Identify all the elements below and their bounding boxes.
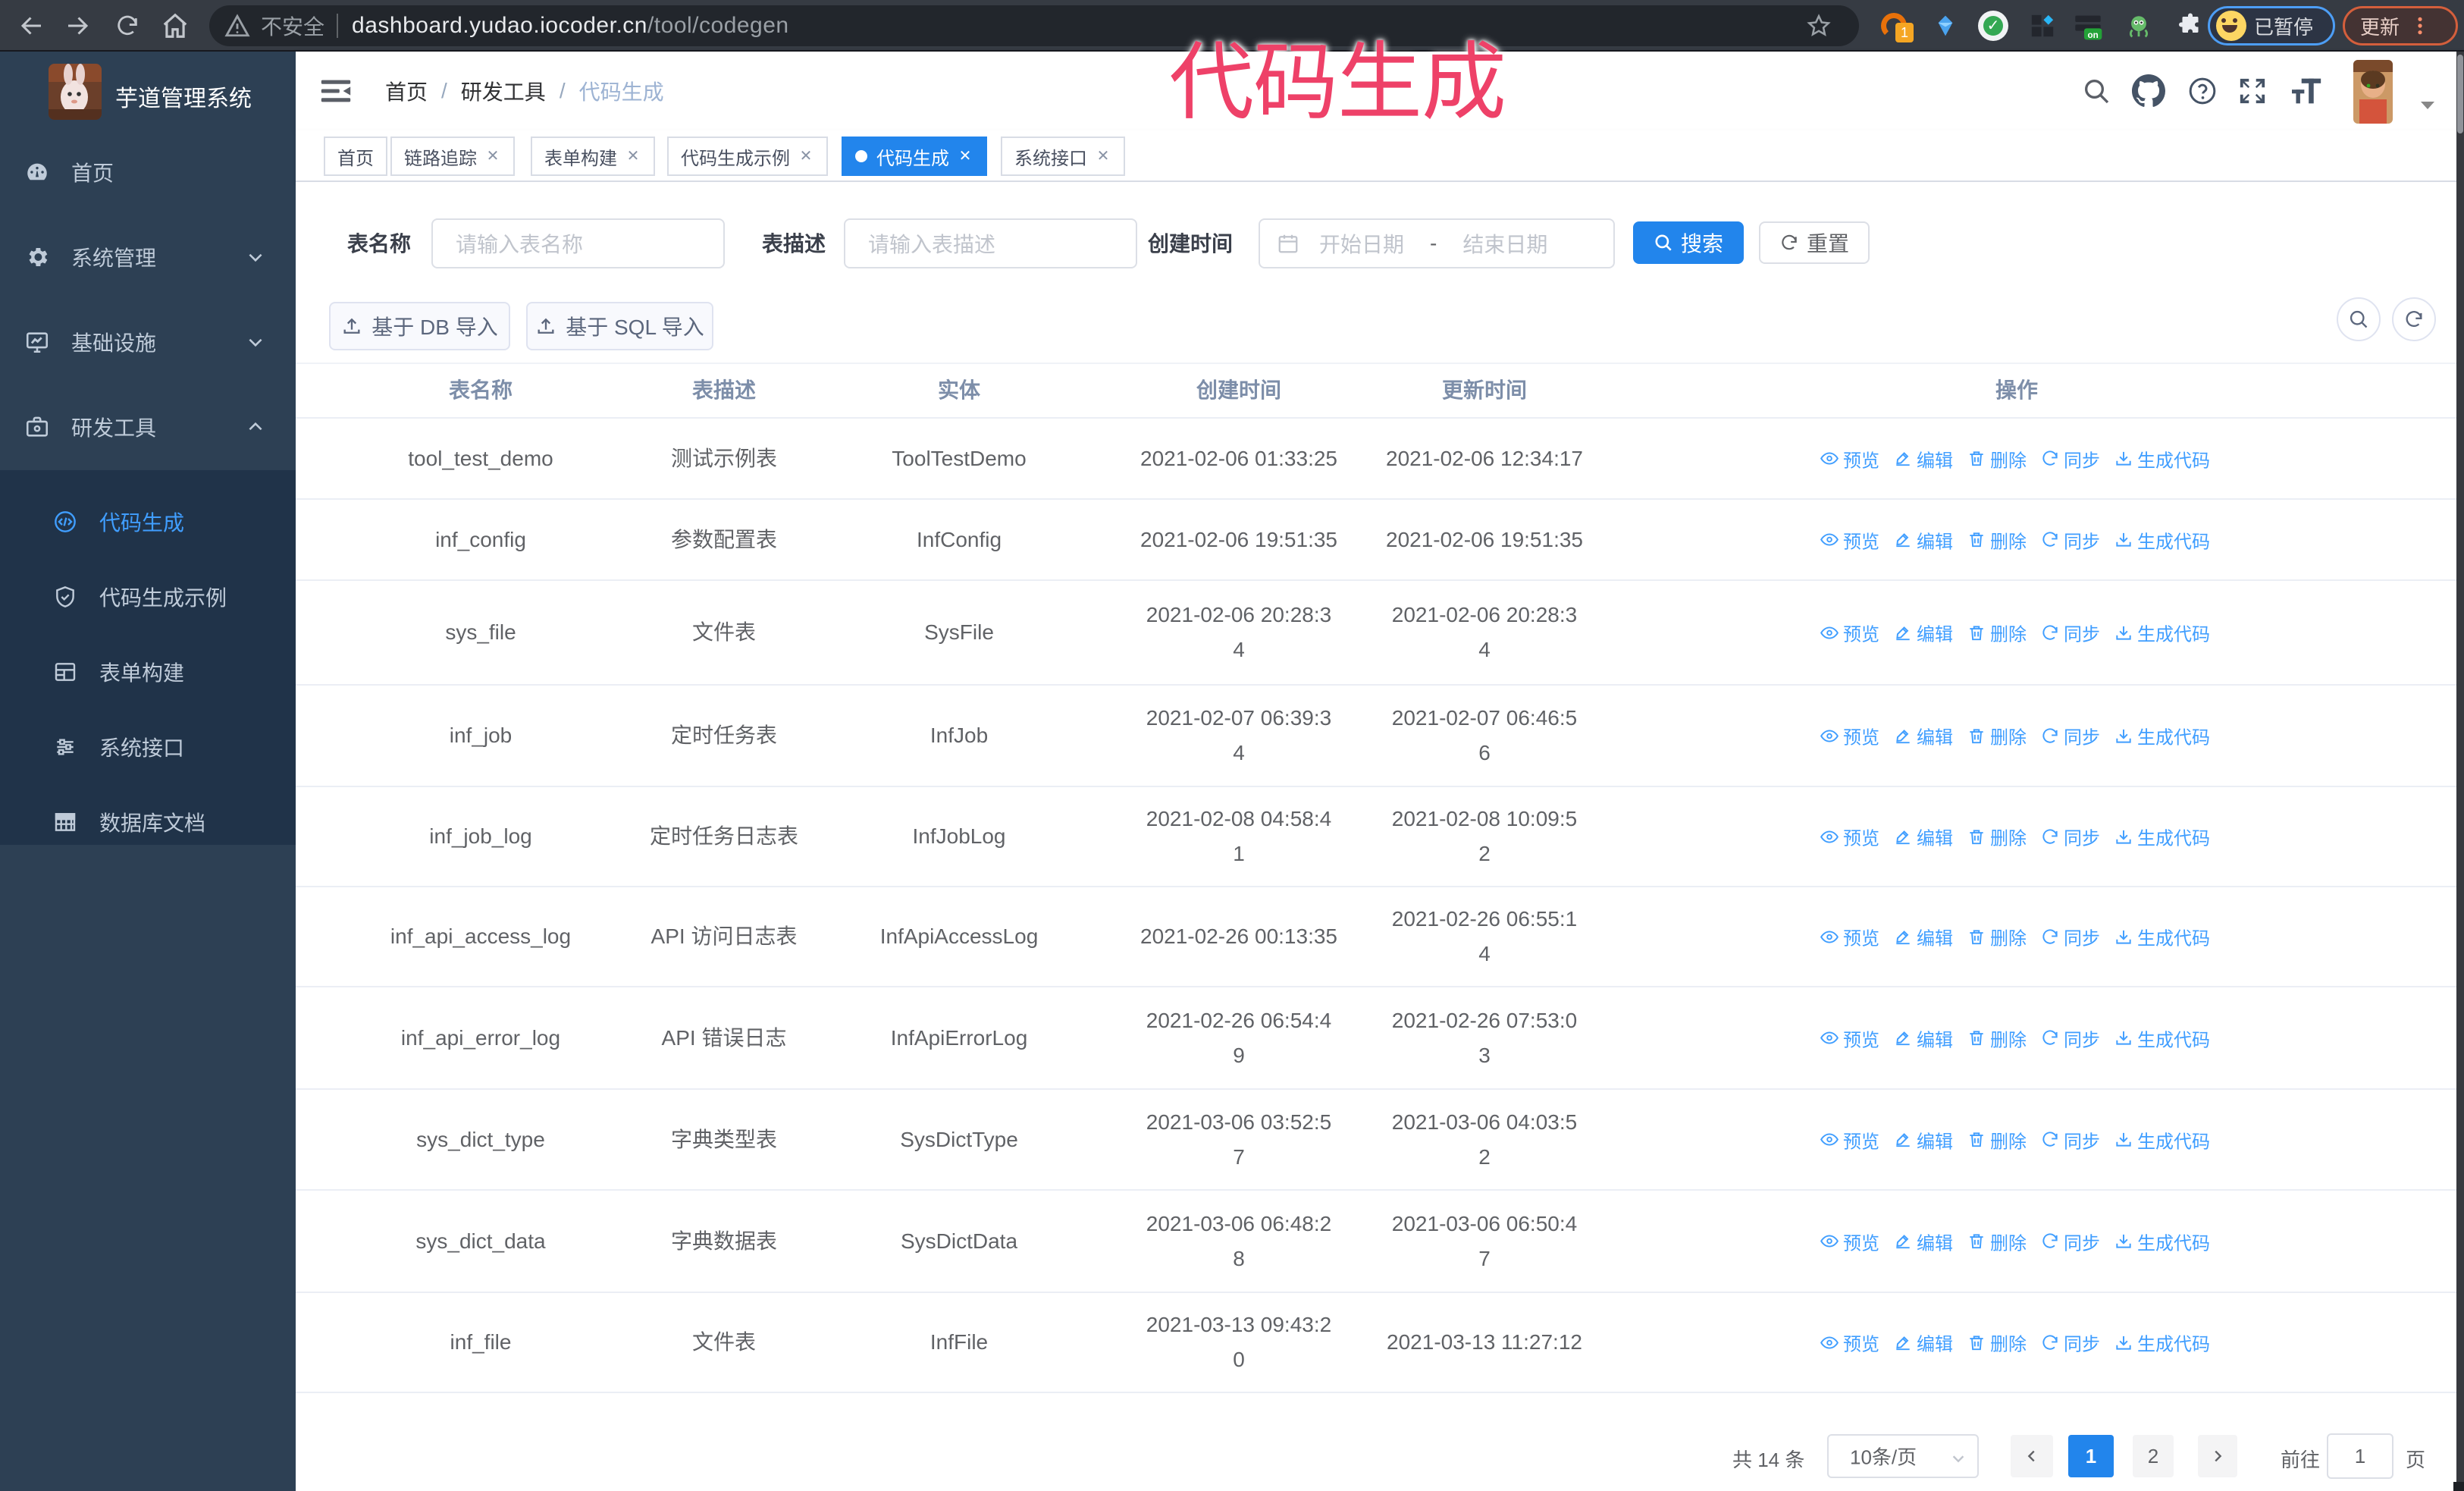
- svg-text:on: on: [2088, 30, 2099, 40]
